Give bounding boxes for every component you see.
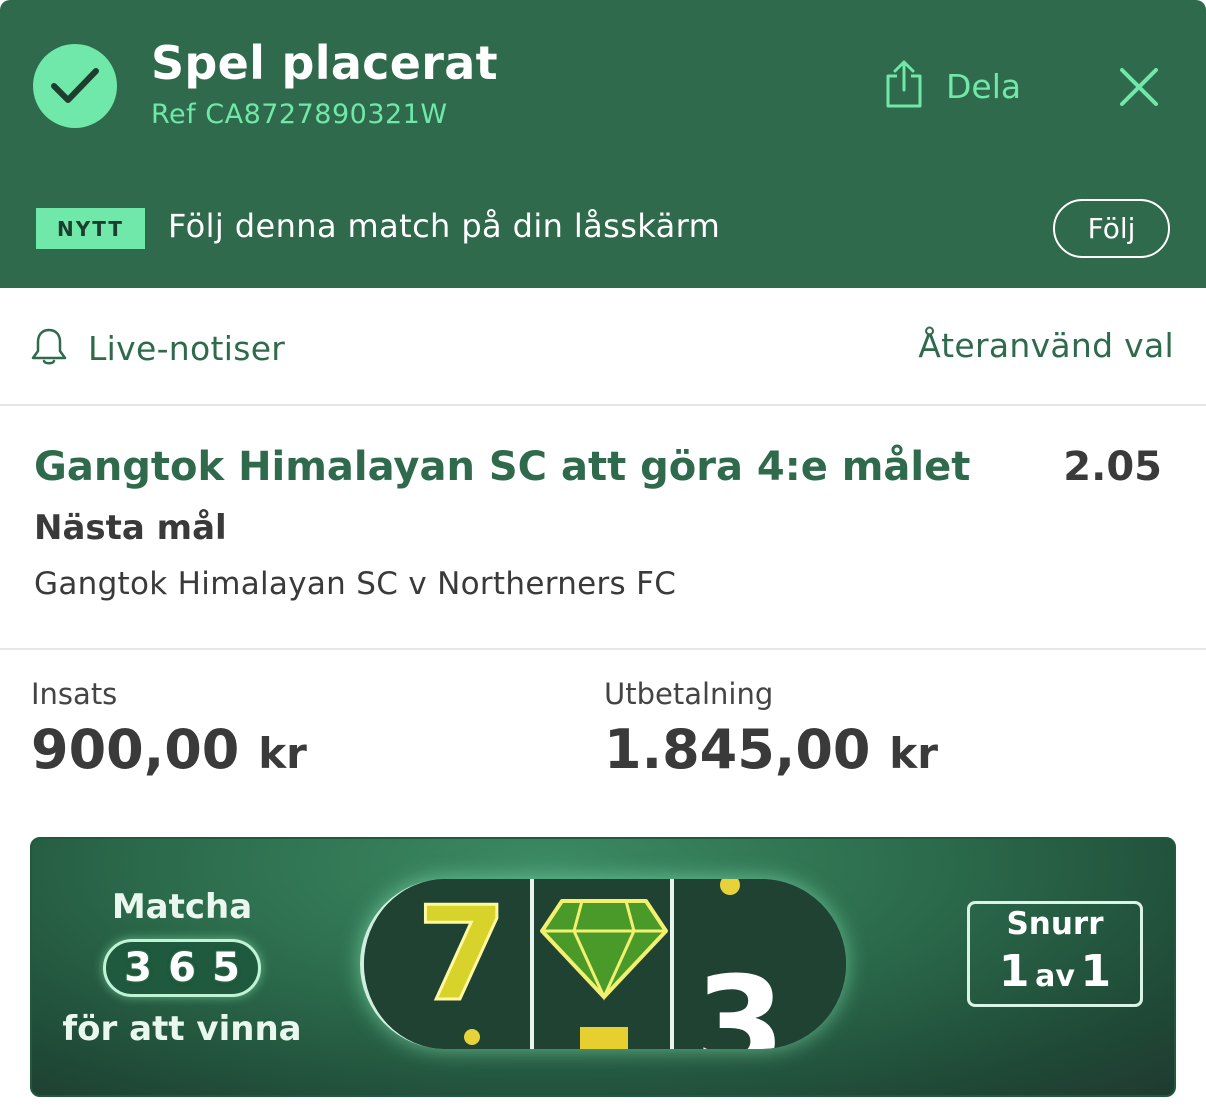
event-name: Gangtok Himalayan SC v Northerners FC [34, 566, 677, 602]
close-icon [1120, 68, 1158, 106]
payout-currency: kr [889, 729, 938, 778]
new-badge: NYTT [36, 208, 145, 249]
selection-odds: 2.05 [1063, 444, 1162, 490]
promo-digit: 3 [124, 945, 152, 991]
stake-amount: 900,00 kr [31, 718, 307, 781]
bet-confirmation-header: Spel placerat Ref CA8727890321W Dela NYT… [0, 0, 1206, 288]
spin-counter: Snurr 1 av 1 [967, 901, 1143, 1007]
share-label: Dela [946, 66, 1022, 106]
bet-reference: Ref CA8727890321W [151, 99, 448, 130]
payout-label: Utbetalning [604, 677, 774, 711]
promo-title: Matcha [111, 887, 253, 927]
spin-of: av [1035, 959, 1075, 994]
follow-button[interactable]: Följ [1053, 199, 1170, 258]
promo-365-pill: 3 6 5 [103, 939, 261, 997]
reel-seven: 7 [364, 879, 534, 1049]
slot-reels[interactable]: 7 3 [360, 879, 846, 1049]
selection-name: Gangtok Himalayan SC att göra 4:e målet [34, 444, 971, 490]
promo-digit: 6 [168, 945, 196, 991]
check-icon [33, 44, 117, 128]
live-notifications-label: Live-notiser [88, 328, 286, 368]
page-title: Spel placerat [151, 36, 498, 90]
payout-amount: 1.845,00 kr [604, 718, 938, 781]
spin-count: 1 av 1 [970, 946, 1140, 997]
bell-icon [30, 326, 68, 370]
stake-amount-value: 900,00 [31, 718, 240, 781]
bet-selection: Gangtok Himalayan SC att göra 4:e målet … [0, 408, 1206, 650]
reel-three: 3 [674, 879, 846, 1049]
close-button[interactable] [1114, 62, 1164, 112]
spin-label: Snurr [1006, 906, 1104, 942]
market-name: Nästa mål [34, 508, 227, 548]
diamond-icon [534, 879, 674, 1049]
follow-promo-text: Följ denna match på din låsskärm [168, 207, 721, 245]
promo-subtitle: för att vinna [62, 1009, 302, 1049]
spin-total: 1 [1080, 946, 1112, 997]
reuse-selections-link[interactable]: Återanvänd val [918, 326, 1174, 365]
share-button[interactable]: Dela [884, 56, 1021, 116]
promo-digit: 5 [212, 945, 240, 991]
payout-amount-value: 1.845,00 [604, 718, 871, 781]
live-notifications-button[interactable]: Live-notiser [30, 326, 285, 370]
stake-label: Insats [31, 677, 118, 711]
match-365-promo-banner[interactable]: Matcha 3 6 5 för att vinna 7 3 Snurr 1 a… [30, 837, 1176, 1097]
spin-current: 1 [998, 946, 1030, 997]
share-icon [884, 58, 924, 114]
svg-text:7: 7 [417, 879, 507, 1030]
svg-text:3: 3 [695, 948, 785, 1049]
stake-currency: kr [258, 729, 307, 778]
actions-row: Live-notiser Återanvänd val [0, 288, 1206, 406]
